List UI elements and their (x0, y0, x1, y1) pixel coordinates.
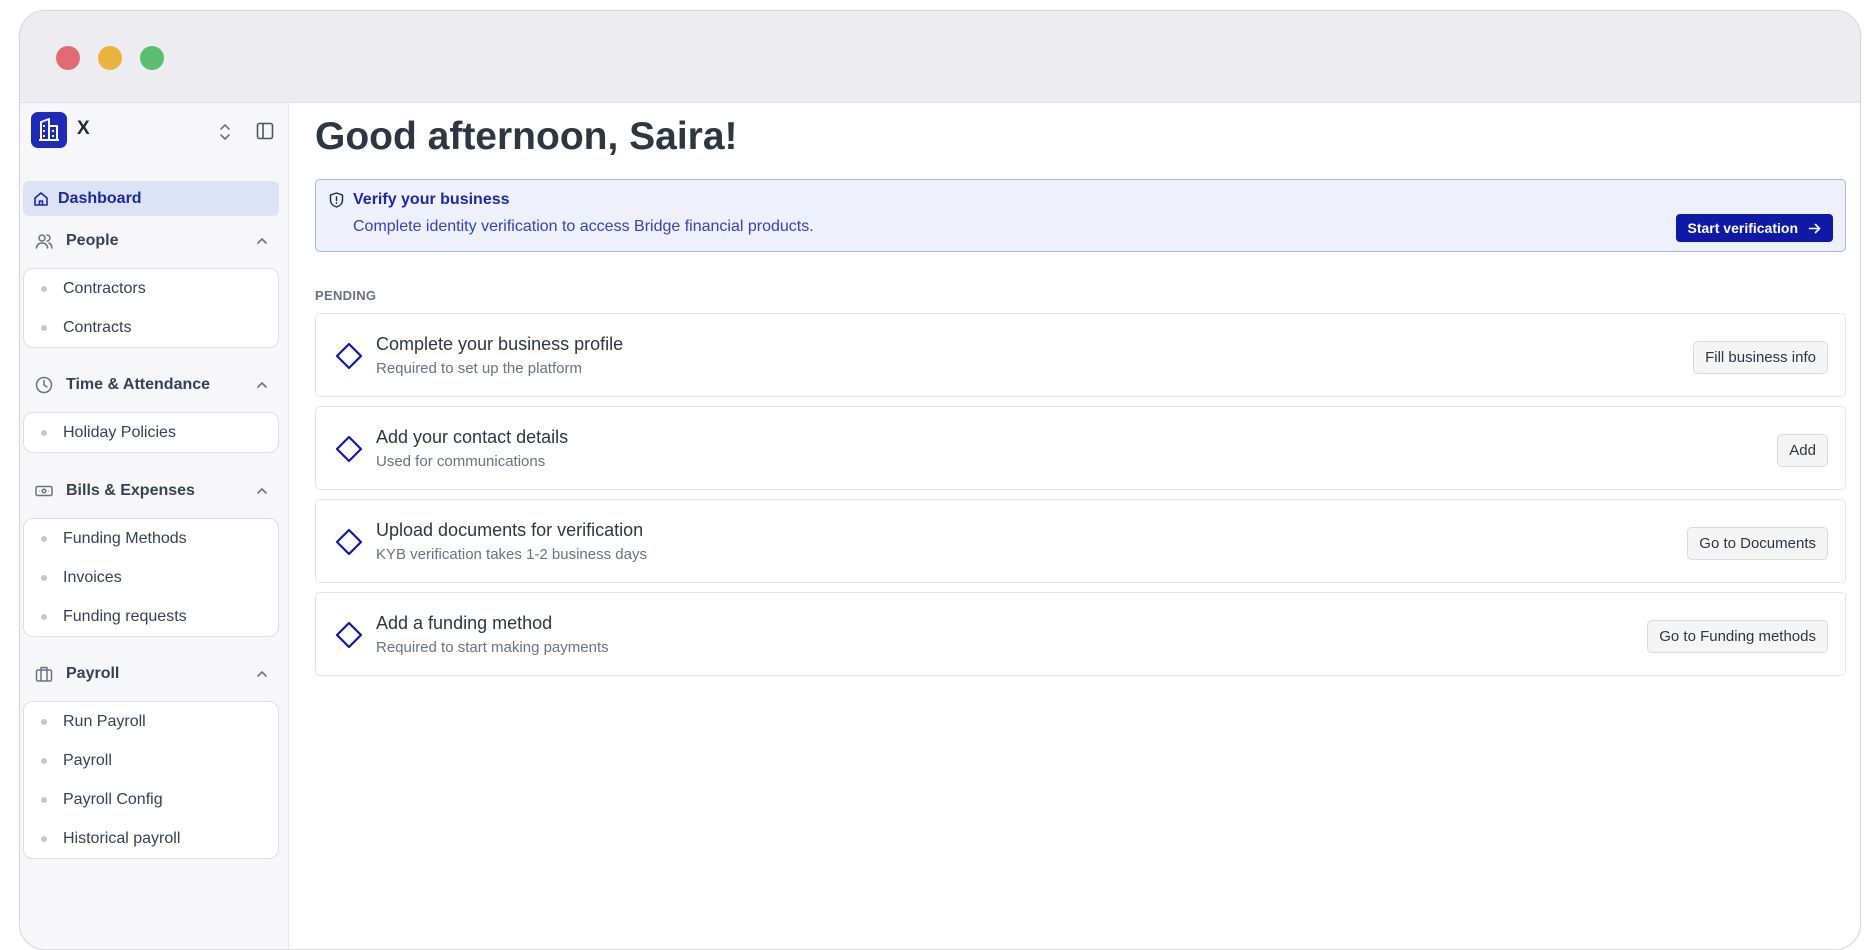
shield-alert-icon (329, 192, 344, 208)
banner-title: Verify your business (353, 191, 510, 208)
fill-business-info-button[interactable]: Fill business info (1693, 341, 1828, 374)
pending-section-label: PENDING (315, 288, 377, 303)
sidebar-item-label: Holiday Policies (63, 423, 176, 441)
sidebar-item-contractors[interactable]: Contractors (24, 269, 278, 308)
sidebar-section-label: People (66, 232, 119, 249)
banner-description: Complete identity verification to access… (353, 218, 814, 235)
task-card: Add your contact details Used for commun… (315, 406, 1846, 490)
window-titlebar (20, 11, 1860, 103)
sidebar-item-label: Contractors (63, 279, 146, 297)
workspace-name: X (77, 118, 90, 139)
sidebar: X Dashboard People Contractors Contracts (20, 103, 289, 949)
sidebar-item-invoices[interactable]: Invoices (24, 558, 278, 597)
users-icon (35, 234, 53, 249)
go-to-documents-button[interactable]: Go to Documents (1687, 527, 1828, 560)
sidebar-item-label: Dashboard (58, 189, 142, 207)
bullet-icon (41, 796, 47, 803)
task-title: Add your contact details (376, 427, 569, 447)
sidebar-item-historical-payroll[interactable]: Historical payroll (24, 819, 278, 858)
sidebar-section-time-attendance[interactable]: Time & Attendance (23, 369, 279, 401)
sidebar-section-label: Payroll (66, 665, 120, 682)
people-submenu: Contractors Contracts (23, 268, 279, 348)
diamond-icon (335, 621, 363, 649)
sidebar-item-funding-methods[interactable]: Funding Methods (24, 519, 278, 558)
sidebar-item-label: Funding requests (63, 607, 187, 625)
sidebar-item-run-payroll[interactable]: Run Payroll (24, 702, 278, 741)
task-title: Upload documents for verification (376, 520, 644, 540)
diamond-icon (335, 435, 363, 463)
chevron-up-icon (257, 487, 267, 494)
sidebar-item-label: Historical payroll (63, 829, 181, 847)
chevron-up-icon (257, 381, 267, 388)
sidebar-item-label: Run Payroll (63, 712, 146, 730)
app-window: X Dashboard People Contractors Contracts (19, 10, 1861, 950)
bullet-icon (41, 757, 47, 764)
sidebar-section-label: Time & Attendance (66, 376, 211, 393)
sidebar-item-payroll-config[interactable]: Payroll Config (24, 780, 278, 819)
time-attendance-submenu: Holiday Policies (23, 412, 279, 453)
sidebar-item-label: Contracts (63, 318, 132, 336)
task-title: Complete your business profile (376, 334, 624, 354)
task-title: Add a funding method (376, 613, 553, 633)
task-card: Upload documents for verification KYB ve… (315, 499, 1846, 583)
sidebar-item-label: Invoices (63, 568, 122, 586)
close-window-button[interactable] (56, 46, 80, 70)
bullet-icon (41, 835, 47, 842)
task-subtitle: Used for communications (376, 453, 546, 470)
task-card: Complete your business profile Required … (315, 313, 1846, 397)
bullet-icon (41, 535, 47, 542)
go-to-funding-methods-button[interactable]: Go to Funding methods (1647, 620, 1828, 653)
task-subtitle: Required to start making payments (376, 639, 609, 656)
verify-business-banner: Verify your business Complete identity v… (315, 179, 1846, 252)
bullet-icon (41, 574, 47, 581)
start-verification-button[interactable]: Start verification (1675, 214, 1833, 242)
clock-icon (35, 376, 53, 394)
bullet-icon (41, 429, 47, 436)
task-subtitle: Required to set up the platform (376, 360, 582, 377)
home-icon (34, 191, 48, 206)
banknote-icon (35, 485, 53, 497)
sidebar-item-funding-requests[interactable]: Funding requests (24, 597, 278, 636)
sidebar-section-payroll[interactable]: Payroll (23, 658, 279, 690)
add-contact-details-button[interactable]: Add (1777, 434, 1828, 467)
bullet-icon (41, 324, 47, 331)
briefcase-icon (35, 666, 53, 682)
sidebar-item-dashboard[interactable]: Dashboard (23, 181, 279, 216)
sidebar-item-label: Payroll (63, 751, 112, 769)
bullet-icon (41, 285, 47, 292)
sidebar-item-label: Payroll Config (63, 790, 163, 808)
building-icon (31, 112, 67, 148)
bullet-icon (41, 613, 47, 620)
chevrons-up-down-icon[interactable] (217, 122, 233, 142)
chevron-up-icon (257, 670, 267, 677)
sidebar-toggle-icon[interactable] (256, 122, 274, 140)
sidebar-section-label: Bills & Expenses (66, 482, 195, 499)
minimize-window-button[interactable] (98, 46, 122, 70)
sidebar-item-label: Funding Methods (63, 529, 187, 547)
workspace-switcher[interactable]: X (31, 112, 281, 150)
diamond-icon (335, 342, 363, 370)
main-content: Good afternoon, Saira! Verify your busin… (290, 103, 1860, 949)
button-label: Start verification (1687, 220, 1798, 236)
sidebar-section-people[interactable]: People (23, 225, 279, 257)
diamond-icon (335, 528, 363, 556)
bills-expenses-submenu: Funding Methods Invoices Funding request… (23, 518, 279, 637)
task-card: Add a funding method Required to start m… (315, 592, 1846, 676)
maximize-window-button[interactable] (140, 46, 164, 70)
task-subtitle: KYB verification takes 1-2 business days (376, 546, 647, 563)
sidebar-item-payroll[interactable]: Payroll (24, 741, 278, 780)
chevron-up-icon (257, 237, 267, 244)
bullet-icon (41, 718, 47, 725)
sidebar-item-holiday-policies[interactable]: Holiday Policies (24, 413, 278, 452)
payroll-submenu: Run Payroll Payroll Payroll Config Histo… (23, 701, 279, 859)
sidebar-section-bills-expenses[interactable]: Bills & Expenses (23, 475, 279, 507)
sidebar-item-contracts[interactable]: Contracts (24, 308, 278, 347)
arrow-right-icon (1808, 223, 1821, 233)
page-title: Good afternoon, Saira! (315, 115, 738, 158)
